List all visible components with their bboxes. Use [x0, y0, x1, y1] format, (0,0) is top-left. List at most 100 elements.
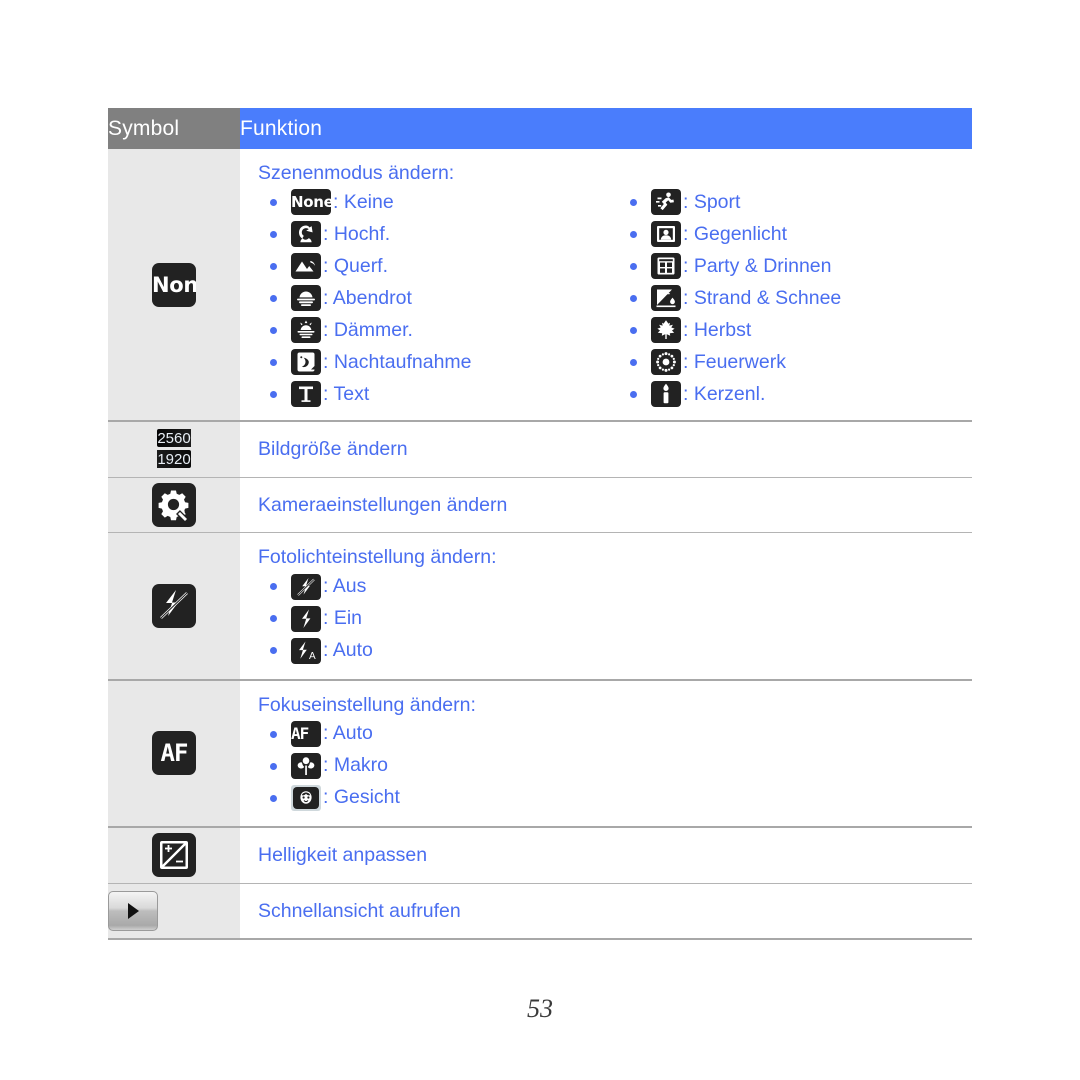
row-title-scene-mode: Szenenmodus ändern: [258, 162, 455, 184]
table-row: Schnellansicht aufrufen [108, 883, 972, 940]
resolution-icon-box: 2560 1920 [157, 428, 191, 468]
list-item: : Aus [258, 571, 972, 603]
autofocus-icon-label: AF [160, 739, 189, 768]
list-item-label: : Party & Drinnen [683, 254, 832, 277]
resolution-icon: 2560 1920 [152, 428, 196, 472]
autofocus-icon: AF [291, 721, 321, 748]
list-item-label: : Aus [323, 574, 367, 597]
sports-icon [651, 189, 681, 216]
list-item: : Feuerwerk [618, 346, 948, 378]
row-title-brightness: Helligkeit anpassen [258, 844, 428, 867]
list-item: AF : Auto [258, 718, 972, 750]
page-number: 53 [527, 994, 553, 1023]
table-row: None Szenenmodus ändern: None : Keine [108, 149, 972, 423]
list-item: : Makro [258, 750, 972, 782]
list-item-label: : Ein [323, 606, 363, 629]
symbol-cell-brightness [108, 827, 240, 884]
play-icon [108, 890, 158, 931]
autofocus-icon-label: AF [291, 724, 309, 744]
bullet-dot [270, 730, 277, 738]
scene-mode-options-right: : Sport: Gegenlicht: Party & Drinnen:… [618, 186, 948, 410]
manual-page: Symbol Funktion None Szenenmodus ändern: [0, 0, 1080, 1080]
text-icon [291, 381, 321, 408]
list-item-label: : Auto [323, 638, 373, 661]
list-item: : Ein [258, 603, 972, 635]
svg-text:A: A [309, 651, 316, 662]
list-item: : Querf. [258, 250, 618, 282]
list-item-label: : Strand & Schnee [683, 286, 842, 309]
bullet-dot [270, 294, 277, 302]
list-item: : Strand & Schnee [618, 282, 948, 314]
function-cell-flash: Fotolichteinstellung ändern:: Aus: Ein… [240, 532, 972, 681]
bullet-dot [270, 358, 277, 366]
row-title-camera-settings: Kameraeinstellungen ändern [258, 493, 508, 516]
none-scene-icon: None [152, 262, 196, 307]
table-row: AF Fokuseinstellung ändern: AF : Auto: … [108, 679, 972, 829]
table-header-row: Symbol Funktion [108, 108, 972, 149]
function-cell-image-size: Bildgröße ändern [240, 421, 972, 478]
bullet-dot [630, 262, 637, 270]
function-cell-camera-settings: Kameraeinstellungen ändern [240, 477, 972, 534]
autofocus-icon: AF [152, 731, 196, 776]
list-item-label: : Herbst [683, 318, 752, 341]
function-cell-quick-view: Schnellansicht aufrufen [240, 883, 972, 940]
bullet-dot [630, 326, 637, 334]
list-item-label: : Feuerwerk [683, 350, 786, 373]
function-cell-focus: Fokuseinstellung ändern: AF : Auto: Mak… [240, 679, 972, 829]
camera-icons-table: Symbol Funktion None Szenenmodus ändern: [108, 108, 972, 940]
table-row: Kameraeinstellungen ändern [108, 477, 972, 534]
candlelight-icon [651, 381, 681, 408]
bullet-dot [270, 794, 277, 802]
row-title-focus: Fokuseinstellung ändern: [258, 693, 476, 716]
fall-color-icon [651, 317, 681, 344]
bullet-dot [270, 615, 277, 623]
beach-snow-icon [651, 285, 681, 312]
resolution-width: 2560 [157, 429, 191, 447]
list-item-label: : Kerzenl. [683, 382, 766, 405]
symbol-cell-image-size: 2560 1920 [108, 421, 240, 478]
night-icon [291, 349, 321, 376]
list-item-label: : Gesicht [323, 786, 400, 809]
list-item-label: : Keine [333, 190, 394, 213]
list-item: : Nachtaufnahme [258, 346, 618, 378]
flash-options: : Aus : Ein A: Auto [258, 571, 972, 679]
bullet-dot [270, 647, 277, 655]
flash-off-icon [152, 583, 196, 628]
face-detect-icon-frame [291, 785, 321, 812]
function-cell-scene-mode: Szenenmodus ändern: None : Keine: Hochf… [240, 149, 972, 423]
macro-icon [291, 753, 321, 780]
function-cell-brightness: Helligkeit anpassen [240, 827, 972, 884]
list-item: : Party & Drinnen [618, 250, 948, 282]
list-item-label: : Auto [323, 722, 373, 745]
bullet-dot [630, 390, 637, 398]
symbol-cell-quick-view [108, 883, 240, 940]
symbol-cell-scene-mode: None [108, 149, 240, 423]
list-item-label: : Text [323, 382, 370, 405]
face-detect-icon [293, 787, 319, 810]
list-item-label: : Sport [683, 190, 741, 213]
sunset-icon [291, 285, 321, 312]
portrait-icon [291, 221, 321, 248]
list-item: : Gegenlicht [618, 218, 948, 250]
bullet-dot [630, 198, 637, 206]
symbol-cell-flash [108, 532, 240, 681]
scene-mode-options-left: None : Keine: Hochf.: Querf.: Abendro… [258, 186, 618, 410]
bullet-dot [270, 326, 277, 334]
bullet-dot [270, 583, 277, 591]
bullet-dot [630, 294, 637, 302]
firework-icon [651, 349, 681, 376]
list-item: : Sport [618, 186, 948, 218]
list-item-label: : Querf. [323, 254, 389, 277]
bullet-dot [270, 262, 277, 270]
none-scene-icon-label: None [152, 272, 196, 297]
header-funktion: Funktion [240, 108, 972, 149]
scene-mode-options: None : Keine: Hochf.: Querf.: Abendro… [258, 186, 972, 420]
row-title-quick-view: Schnellansicht aufrufen [258, 899, 461, 922]
list-item: A : Auto [258, 635, 972, 667]
list-item-label: : Makro [323, 754, 389, 777]
row-title-flash: Fotolichteinstellung ändern: [258, 546, 497, 569]
list-item: : Text [258, 378, 618, 410]
party-indoor-icon [651, 253, 681, 280]
bullet-dot [270, 390, 277, 398]
list-item: : Abendrot [258, 282, 618, 314]
